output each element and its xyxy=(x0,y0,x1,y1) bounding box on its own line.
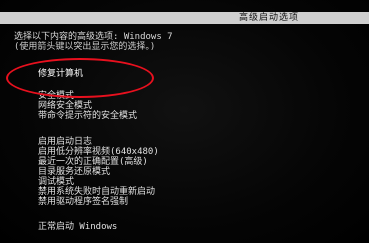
menu-item-safe-mode[interactable]: 安全模式 xyxy=(38,91,338,101)
menu-item-safe-mode-networking[interactable]: 网络安全模式 xyxy=(38,101,338,111)
menu-item-debugging-mode[interactable]: 调试模式 xyxy=(38,177,338,187)
menu-item-disable-auto-restart[interactable]: 禁用系统失败时自动重新启动 xyxy=(38,187,338,197)
title-bar: 高级启动选项 xyxy=(0,12,369,24)
boot-options-screen: 高级启动选项 选择以下内容的高级选项: Windows 7 (使用箭头键以突出显… xyxy=(0,0,369,243)
menu-item-low-resolution-video[interactable]: 启用低分辨率视频(640x480) xyxy=(38,147,338,157)
menu-group-repair: 修复计算机 xyxy=(38,69,338,79)
menu-item-directory-services-restore[interactable]: 目录服务还原模式 xyxy=(38,167,338,177)
menu-item-safe-mode-command-prompt[interactable]: 带命令提示符的安全模式 xyxy=(38,111,338,121)
menu-group-safe-mode: 安全模式 网络安全模式 带命令提示符的安全模式 xyxy=(38,91,338,121)
menu-group-advanced: 启用启动日志 启用低分辨率视频(640x480) 最近一次的正确配置(高级) 目… xyxy=(38,137,338,207)
menu-group-normal: 正常启动 Windows xyxy=(38,222,338,232)
instruction-line-arrows: (使用箭头键以突出显示您的选择。) xyxy=(14,42,156,52)
menu-item-last-known-good[interactable]: 最近一次的正确配置(高级) xyxy=(38,157,338,167)
menu-item-boot-logging[interactable]: 启用启动日志 xyxy=(38,137,338,147)
screen-title: 高级启动选项 xyxy=(238,13,299,23)
menu-item-start-normally[interactable]: 正常启动 Windows xyxy=(38,222,338,232)
menu-item-repair-computer[interactable]: 修复计算机 xyxy=(38,69,338,79)
menu-item-disable-driver-signature[interactable]: 禁用驱动程序签名强制 xyxy=(38,197,338,207)
instruction-line-os: 选择以下内容的高级选项: Windows 7 xyxy=(14,32,173,42)
instructions: 选择以下内容的高级选项: Windows 7 (使用箭头键以突出显示您的选择。) xyxy=(14,32,354,52)
